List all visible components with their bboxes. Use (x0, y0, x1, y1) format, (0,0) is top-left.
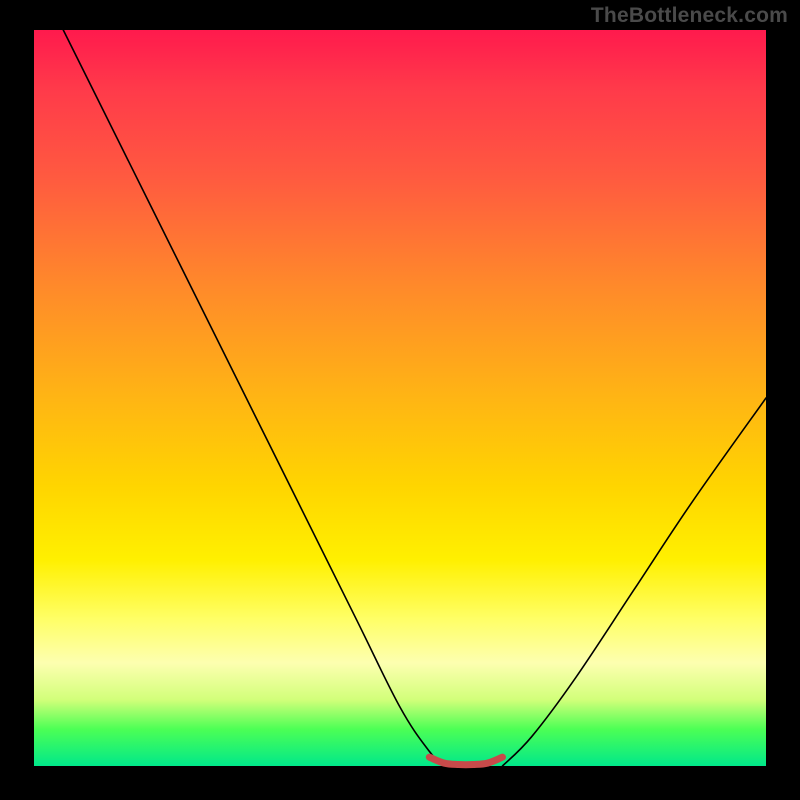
watermark-text: TheBottleneck.com (591, 4, 788, 28)
chart-frame: TheBottleneck.com (0, 0, 800, 800)
curve-right-branch (502, 398, 766, 766)
plot-area (34, 30, 766, 766)
chart-svg (34, 30, 766, 766)
valley-marker (429, 757, 502, 765)
curve-left-branch (63, 30, 444, 766)
